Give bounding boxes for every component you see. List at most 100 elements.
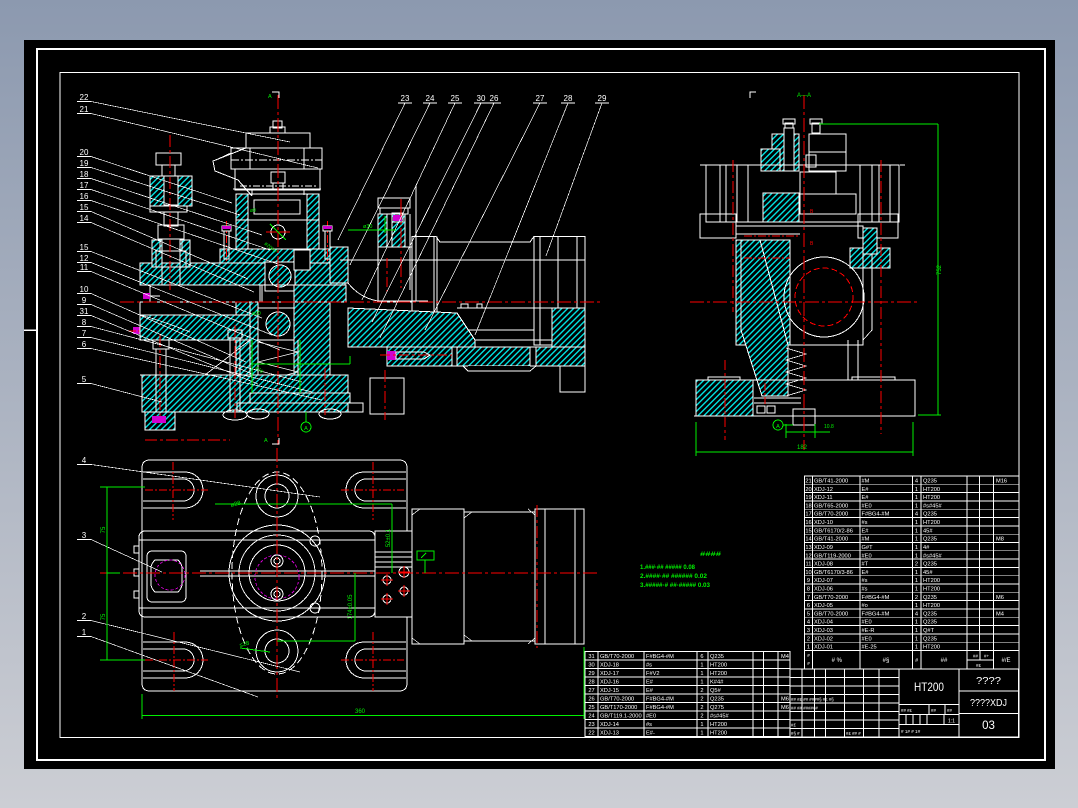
svg-text:9: 9 bbox=[82, 296, 87, 305]
svg-text:1: 1 bbox=[700, 722, 703, 728]
svg-text:HT200: HT200 bbox=[914, 680, 944, 694]
svg-text:F#V2: F#V2 bbox=[646, 671, 660, 677]
svg-text:5: 5 bbox=[807, 611, 810, 617]
svg-text:#+: #+ bbox=[984, 654, 989, 659]
svg-text:11: 11 bbox=[806, 562, 812, 568]
svg-text:4: 4 bbox=[915, 512, 918, 518]
svg-text:19: 19 bbox=[805, 495, 811, 501]
svg-text:1:1: 1:1 bbox=[948, 719, 955, 725]
svg-text:ø20: ø20 bbox=[252, 311, 261, 317]
svg-text:XDJ-11: XDJ-11 bbox=[814, 495, 833, 501]
svg-text:HT200: HT200 bbox=[923, 603, 940, 609]
svg-text:29: 29 bbox=[588, 671, 594, 677]
svg-text:1: 1 bbox=[915, 620, 918, 626]
svg-text:75: 75 bbox=[101, 526, 107, 533]
svg-text:Q235: Q235 bbox=[923, 636, 937, 642]
svg-text:M6: M6 bbox=[781, 697, 789, 703]
svg-text:G#T: G#T bbox=[862, 545, 874, 551]
svg-text:26: 26 bbox=[490, 94, 499, 103]
svg-text:F#BG4-#M: F#BG4-#M bbox=[646, 705, 674, 711]
svg-text:20: 20 bbox=[805, 487, 811, 493]
svg-text:XDJ-15: XDJ-15 bbox=[600, 688, 619, 694]
svg-text:GB/T6170/2-86: GB/T6170/2-86 bbox=[814, 528, 853, 534]
svg-text:12: 12 bbox=[805, 553, 811, 559]
svg-text:XDJ-02: XDJ-02 bbox=[814, 636, 833, 642]
svg-text:XDJ-03: XDJ-03 bbox=[814, 628, 833, 634]
svg-text:3: 3 bbox=[807, 628, 810, 634]
svg-text:GB/T70-2000: GB/T70-2000 bbox=[814, 611, 848, 617]
svg-text:XDJ-16: XDJ-16 bbox=[600, 680, 619, 686]
svg-text:##: ## bbox=[947, 708, 952, 713]
svg-text:#E0: #E0 bbox=[862, 636, 872, 642]
svg-text:F#BG4-#M: F#BG4-#M bbox=[646, 697, 674, 703]
svg-text:XDJ-05: XDJ-05 bbox=[814, 603, 833, 609]
svg-text:#§ #: #§ # bbox=[791, 731, 800, 736]
svg-text:23: 23 bbox=[588, 722, 594, 728]
svg-text:A—A: A—A bbox=[797, 93, 811, 99]
svg-text:52±0.1: 52±0.1 bbox=[386, 528, 392, 547]
svg-text:XDJ-12: XDJ-12 bbox=[814, 487, 833, 493]
svg-text:#M: #M bbox=[862, 537, 870, 543]
svg-text:18: 18 bbox=[805, 503, 811, 509]
svg-text:A: A bbox=[268, 94, 272, 100]
svg-text:1: 1 bbox=[915, 553, 918, 559]
svg-text:6: 6 bbox=[700, 654, 703, 660]
svg-text:2.####·## ###### 0.02: 2.####·## ###### 0.02 bbox=[640, 574, 708, 580]
svg-text:HT200: HT200 bbox=[710, 671, 727, 677]
svg-text:GB/T41-2000: GB/T41-2000 bbox=[814, 479, 848, 485]
svg-text:Q235: Q235 bbox=[923, 479, 937, 485]
svg-text:XDJ-14: XDJ-14 bbox=[600, 722, 619, 728]
svg-text:GB/T65-2000: GB/T65-2000 bbox=[814, 503, 848, 509]
svg-text:XDJ-10: XDJ-10 bbox=[814, 520, 833, 526]
svg-text:#s: #s bbox=[646, 663, 652, 669]
svg-text:21: 21 bbox=[80, 105, 89, 114]
svg-text:7: 7 bbox=[807, 595, 810, 601]
svg-text:8: 8 bbox=[82, 318, 87, 327]
svg-text:27: 27 bbox=[536, 94, 545, 103]
svg-text:M16: M16 bbox=[996, 479, 1007, 485]
svg-text:3: 3 bbox=[82, 531, 87, 540]
svg-text:XDJ-07: XDJ-07 bbox=[814, 578, 833, 584]
svg-text:30: 30 bbox=[477, 94, 486, 103]
svg-text:Q235: Q235 bbox=[923, 620, 937, 626]
svg-text:4: 4 bbox=[915, 479, 918, 485]
svg-text:45#: 45# bbox=[923, 528, 933, 534]
svg-text:14: 14 bbox=[805, 537, 811, 543]
svg-text:XDJ-13: XDJ-13 bbox=[600, 731, 619, 737]
svg-text:#E0: #E0 bbox=[646, 714, 656, 720]
svg-text:#E0: #E0 bbox=[862, 503, 872, 509]
svg-text:30: 30 bbox=[588, 663, 594, 669]
svg-text:HT200: HT200 bbox=[923, 487, 940, 493]
svg-text:# 1# # 1#: # 1# # 1# bbox=[901, 729, 921, 734]
svg-text:#s: #s bbox=[862, 520, 868, 526]
svg-text:Q5#: Q5# bbox=[710, 688, 722, 694]
svg-text:1: 1 bbox=[82, 628, 87, 637]
svg-text:19: 19 bbox=[80, 159, 89, 168]
svg-text:22: 22 bbox=[80, 93, 89, 102]
svg-text:1: 1 bbox=[700, 671, 703, 677]
svg-text:#E-R: #E-R bbox=[862, 628, 875, 634]
svg-text:#s#45#: #s#45# bbox=[710, 714, 729, 720]
svg-text:## #£ ## ####§ #£ #§: ## #£ ## ####§ #£ #§ bbox=[791, 697, 834, 702]
svg-text:1: 1 bbox=[915, 520, 918, 526]
svg-text:16: 16 bbox=[805, 520, 811, 526]
svg-text:#: # bbox=[807, 661, 810, 666]
svg-text:GB/T70-2000: GB/T70-2000 bbox=[814, 595, 848, 601]
svg-text:15: 15 bbox=[80, 203, 89, 212]
svg-text:2: 2 bbox=[915, 595, 918, 601]
svg-text:Q275: Q275 bbox=[710, 705, 724, 711]
svg-text:13: 13 bbox=[805, 545, 811, 551]
svg-text:Q235: Q235 bbox=[710, 654, 724, 660]
svg-text:XDJ-06: XDJ-06 bbox=[814, 587, 833, 593]
svg-text:#§: #§ bbox=[883, 658, 890, 664]
svg-text:#M: #M bbox=[862, 479, 870, 485]
svg-text:18: 18 bbox=[80, 170, 89, 179]
svg-text:22: 22 bbox=[588, 731, 594, 737]
svg-text:HT200: HT200 bbox=[923, 645, 940, 651]
svg-text:HT200: HT200 bbox=[923, 578, 940, 584]
svg-text:10: 10 bbox=[805, 570, 811, 576]
svg-text:21: 21 bbox=[805, 479, 811, 485]
svg-text:#s#45#: #s#45# bbox=[923, 553, 942, 559]
svg-text:1: 1 bbox=[700, 663, 703, 669]
svg-text:182: 182 bbox=[797, 445, 808, 451]
